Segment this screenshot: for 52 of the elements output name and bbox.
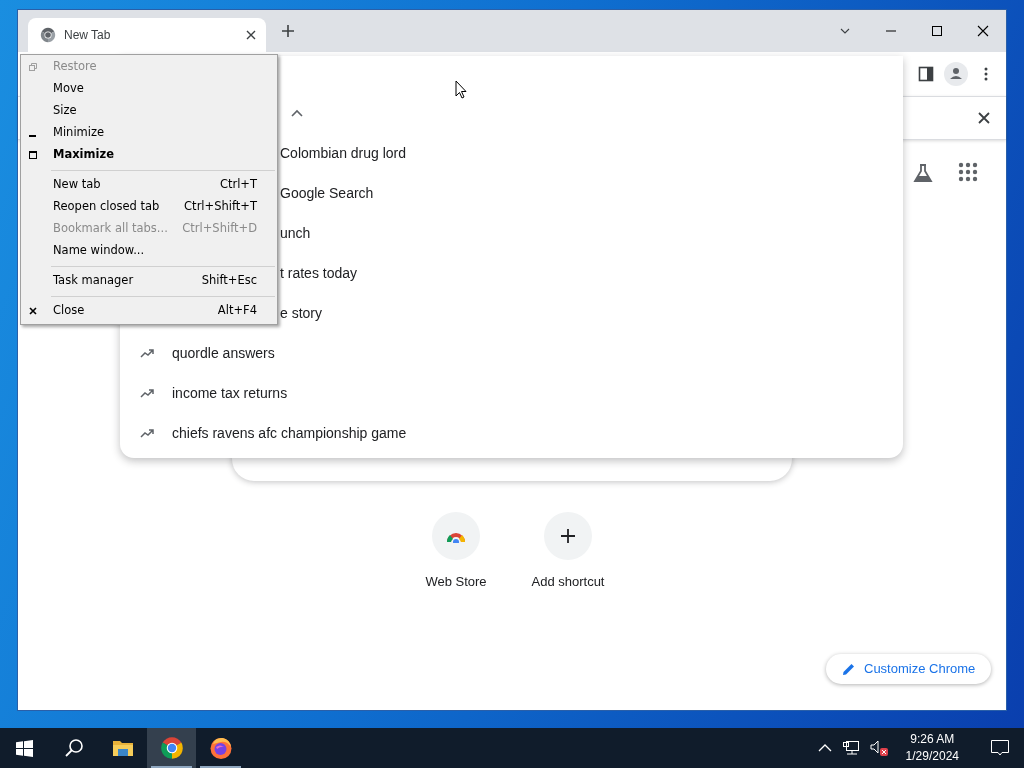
suggestion-item[interactable]: Google Search [280, 182, 374, 204]
suggestion-item[interactable]: chiefs ravens afc championship game [172, 422, 407, 444]
menu-item[interactable]: Task manager Shift+Esc [21, 270, 277, 292]
chrome-icon [159, 736, 184, 760]
menu-item[interactable]: Name window... [21, 240, 277, 262]
suggestion-item[interactable]: Colombian drug lord [280, 142, 407, 164]
close-icon[interactable] [978, 112, 990, 124]
pencil-icon [842, 662, 856, 676]
volume-icon[interactable] [869, 739, 890, 757]
suggestion-item[interactable]: unch [280, 222, 311, 244]
search-icon [63, 738, 84, 758]
profile-icon[interactable] [944, 62, 968, 86]
chevron-up-icon[interactable] [817, 744, 832, 752]
close-icon [976, 24, 990, 38]
folder-icon [111, 738, 134, 758]
suggestion-item[interactable]: t rates today [280, 262, 358, 284]
trending-icon [140, 388, 154, 398]
maximize-icon [930, 24, 944, 38]
notification-icon [989, 739, 1010, 757]
menu-item[interactable]: Move [21, 78, 277, 100]
browser-tab[interactable]: New Tab [28, 18, 266, 52]
menu-item[interactable]: New tab Ctrl+T [21, 174, 277, 196]
tab-favicon-icon [40, 27, 56, 43]
plus-icon [560, 528, 576, 544]
menu-item[interactable]: Minimize [21, 122, 277, 144]
menu-item[interactable]: Maximize [21, 144, 277, 166]
maximize-icon [29, 151, 37, 159]
suggestion-item[interactable]: income tax returns [172, 382, 288, 404]
clock[interactable]: 9:26 AM 1/29/2024 [899, 731, 965, 765]
chevron-icon[interactable] [291, 109, 303, 117]
flask-icon[interactable] [912, 162, 934, 184]
suggestion-item[interactable]: e story [280, 302, 322, 324]
firefox-icon [208, 736, 233, 760]
trending-icon [140, 428, 154, 438]
menu-item[interactable]: Size [21, 100, 277, 122]
shortcut-tile[interactable]: Add shortcut [522, 512, 614, 592]
close-tab-icon[interactable] [246, 30, 256, 40]
restore-icon [29, 63, 37, 71]
taskbar-app[interactable] [147, 728, 196, 768]
windows-logo-icon [16, 739, 33, 757]
trending-icon [140, 348, 154, 358]
suggestion-item[interactable]: quordle answers [172, 342, 275, 364]
menu-item[interactable]: Close Alt+F4 [21, 300, 277, 322]
customize-chrome-button[interactable]: Customize Chrome [826, 654, 992, 684]
menu-item[interactable]: Reopen closed tab Ctrl+Shift+T [21, 196, 277, 218]
close-icon [29, 307, 37, 315]
plus-icon [281, 24, 295, 38]
apps-icon[interactable] [958, 162, 978, 182]
shortcut-tile[interactable]: Web Store [410, 512, 502, 592]
network-icon[interactable] [841, 740, 860, 756]
side-panel-icon[interactable] [918, 66, 934, 82]
mouse-pointer-icon [455, 80, 467, 99]
